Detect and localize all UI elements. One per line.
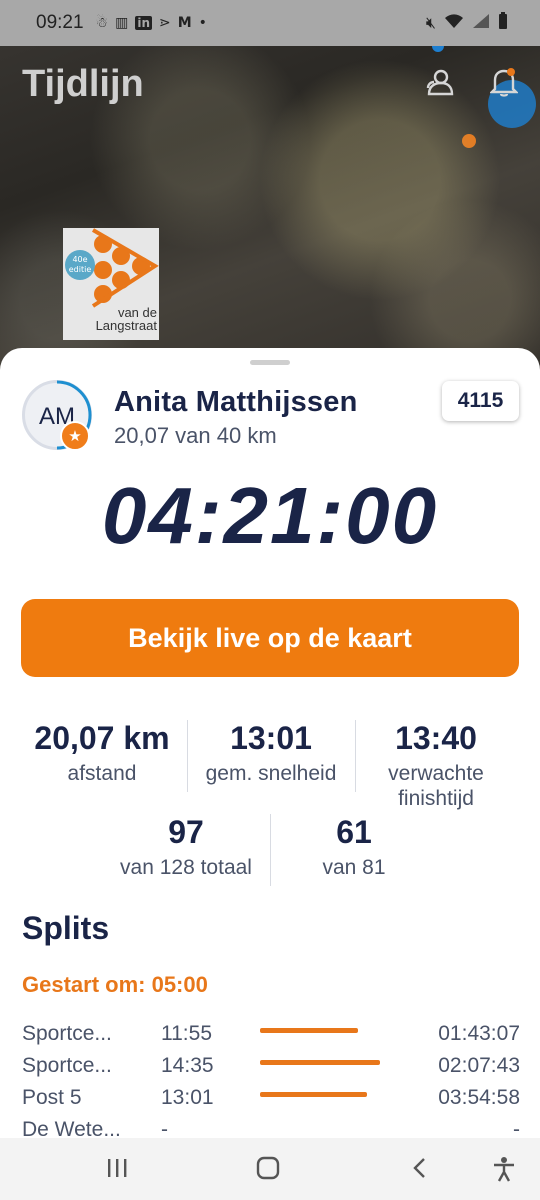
page-title: Tijdlijn — [22, 62, 144, 105]
view-live-map-button[interactable]: Bekijk live op de kaart — [21, 599, 519, 677]
split-time: 03:54:58 — [438, 1086, 520, 1109]
app-icon: ⋗ — [159, 15, 171, 31]
split-row[interactable]: Sportce... 14:35 02:07:43 — [22, 1054, 520, 1086]
system-navigation-bar — [0, 1138, 540, 1200]
stat-value: 61 — [336, 814, 372, 850]
status-icons-left: ☃ ▥ in ⋗ M • — [96, 15, 207, 31]
app-bar-actions — [424, 67, 519, 101]
runner-detail-sheet: AM ★ Anita Matthijssen 20,07 van 40 km 4… — [0, 348, 540, 1138]
notification-icon: ☃ — [95, 15, 109, 31]
elapsed-time: 04:21:00 — [101, 471, 439, 560]
wifi-icon — [444, 13, 464, 33]
stat-distance: 20,07 km afstand — [18, 720, 186, 786]
split-name: Sportce... — [22, 1054, 112, 1077]
split-pace-bar — [260, 1028, 358, 1033]
split-pace-bar — [260, 1060, 380, 1065]
split-row[interactable]: Post 5 13:01 03:54:58 — [22, 1086, 520, 1118]
accessibility-icon[interactable] — [492, 1156, 516, 1186]
people-icon[interactable] — [424, 68, 454, 100]
audio-icon: ▥ — [115, 15, 129, 31]
status-icons-right: 🔇︎ — [426, 12, 508, 34]
split-name: De Wete... — [22, 1118, 121, 1138]
app-bar: Tijdlijn — [22, 56, 519, 112]
bib-number-badge: 4115 — [442, 381, 519, 421]
stat-value: 13:40 — [395, 720, 477, 756]
split-name: Post 5 — [22, 1086, 82, 1109]
linkedin-icon: in — [135, 16, 152, 30]
runner-name: Anita Matthijssen — [114, 386, 358, 418]
status-bar: 09:21 ☃ ▥ in ⋗ M • 🔇︎ — [0, 0, 540, 46]
logo-edition-badge: 40e editie — [65, 250, 95, 280]
stat-expected-finish: 13:40 verwachte finishtijd — [360, 720, 512, 811]
dot-icon: • — [198, 15, 207, 31]
mute-icon: 🔇︎ — [425, 13, 436, 32]
split-time: 02:07:43 — [438, 1054, 520, 1077]
logo-text: van de Langstraat — [95, 305, 157, 333]
stat-label: verwachte finishtijd — [388, 762, 484, 810]
stat-avg-speed: 13:01 gem. snelheid — [187, 720, 355, 786]
decorative-orange-dot — [462, 134, 476, 148]
split-row[interactable]: Sportce... 11:55 01:43:07 — [22, 1022, 520, 1054]
stat-label: van 128 totaal — [120, 856, 252, 879]
split-pace: 14:35 — [161, 1054, 214, 1077]
signal-icon — [472, 13, 490, 33]
star-icon: ★ — [60, 421, 90, 451]
sheet-drag-handle[interactable] — [250, 360, 290, 365]
split-pace-bar — [260, 1092, 367, 1097]
back-icon[interactable] — [410, 1156, 430, 1184]
status-time: 09:21 — [36, 12, 84, 33]
split-time: - — [513, 1118, 520, 1138]
splits-heading: Splits — [22, 910, 110, 946]
stat-label: afstand — [67, 762, 137, 785]
stat-value: 13:01 — [230, 720, 312, 756]
stat-category-rank: 61 van 81 — [271, 814, 437, 880]
split-pace: 11:55 — [161, 1022, 212, 1045]
battery-icon — [498, 12, 508, 34]
stat-label: gem. snelheid — [205, 762, 337, 785]
gmail-icon: M — [177, 15, 192, 31]
split-name: Sportce... — [22, 1022, 112, 1045]
stat-value: 97 — [168, 814, 204, 850]
runner-distance: 20,07 van 40 km — [114, 423, 277, 448]
split-time: 01:43:07 — [438, 1022, 520, 1045]
stat-value: 20,07 km — [34, 720, 170, 756]
recent-apps-icon[interactable] — [106, 1156, 128, 1184]
event-logo: 40e editie van de Langstraat — [63, 228, 159, 340]
home-icon[interactable] — [256, 1156, 280, 1184]
stat-overall-rank: 97 van 128 totaal — [102, 814, 270, 880]
split-pace: - — [161, 1118, 168, 1138]
divider — [355, 720, 356, 792]
notification-bell-icon[interactable] — [489, 67, 519, 101]
split-pace: 13:01 — [161, 1086, 214, 1109]
stat-label: van 81 — [322, 856, 386, 879]
start-time: Gestart om: 05:00 — [22, 972, 208, 997]
split-row[interactable]: De Wete... - - — [22, 1118, 520, 1138]
